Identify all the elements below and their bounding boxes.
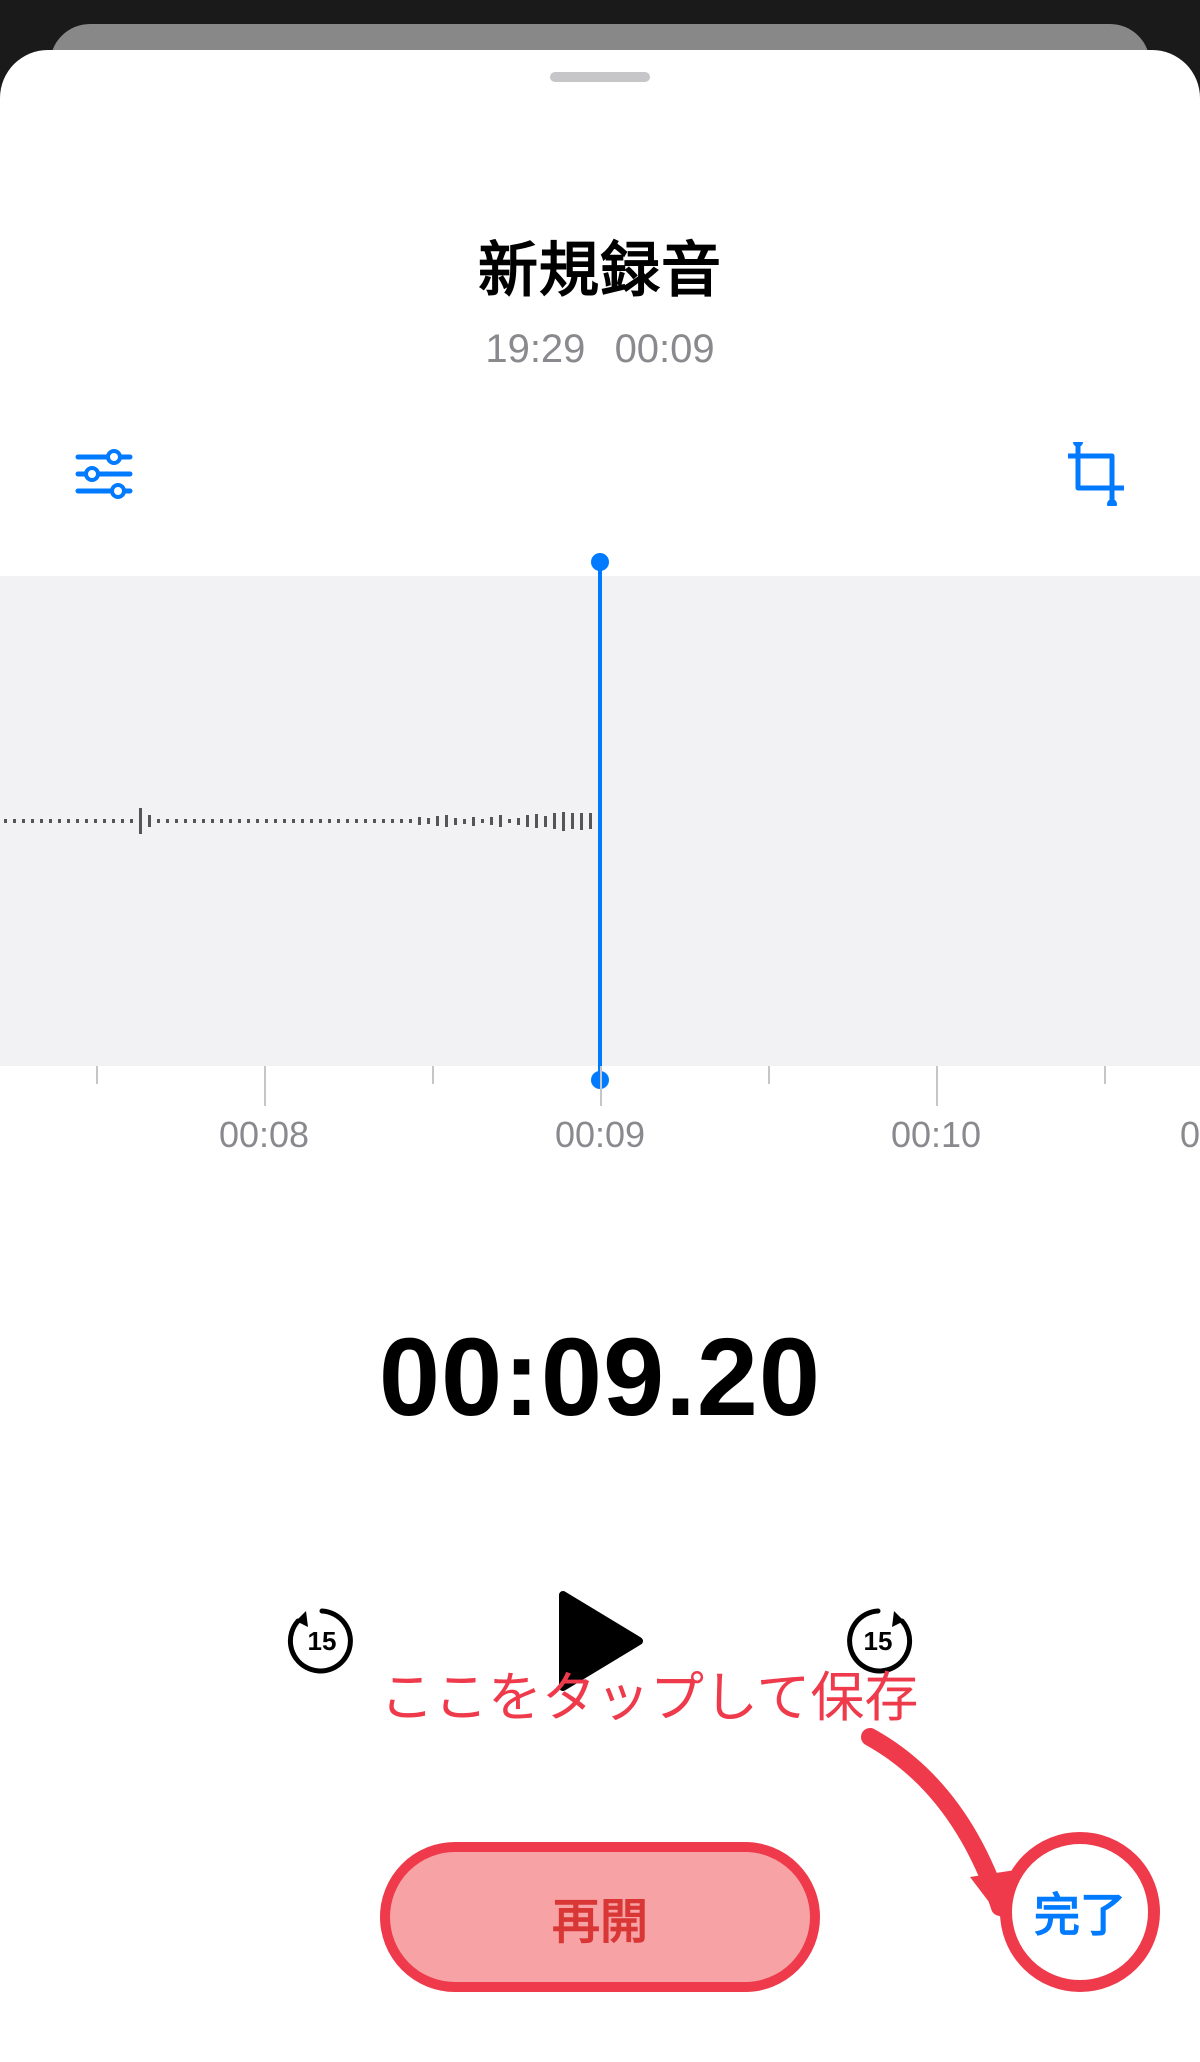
done-button[interactable]: 完了 [1000,1832,1160,1992]
resume-button-label: 再開 [552,1882,648,1952]
crop-icon[interactable] [1064,442,1128,506]
edit-toolbar [0,442,1200,506]
timeline-label: 00:10 [891,1114,981,1156]
recording-sheet: 新規録音 19:29 00:09 [0,50,1200,2062]
recording-subtitle: 19:29 00:09 [0,327,1200,372]
resume-button[interactable]: 再開 [380,1842,820,1992]
svg-text:15: 15 [864,1626,893,1656]
elapsed-time: 00:09.20 [0,1314,1200,1441]
duration-short: 00:09 [615,327,715,371]
timeline-label: 00:09 [555,1114,645,1156]
timeline-label: 00 [1180,1114,1200,1156]
playhead[interactable] [598,562,602,1080]
timeline-label: 00:08 [219,1114,309,1156]
waveform[interactable] [0,576,1200,1066]
sliders-icon[interactable] [72,442,136,506]
recording-title: 新規録音 [0,222,1200,309]
svg-text:15: 15 [308,1626,337,1656]
waveform-samples [0,801,600,841]
recorded-at: 19:29 [485,327,585,371]
skip-back-15-icon[interactable]: 15 [284,1603,360,1679]
timeline-labels: 00:08 00:09 00:10 00 [0,1114,1200,1164]
timeline-ticks [0,1066,1200,1106]
annotation-callout: ここをタップして保存 [380,1653,918,1732]
sheet-grabber[interactable] [550,72,650,82]
done-button-label: 完了 [1034,1879,1126,1945]
